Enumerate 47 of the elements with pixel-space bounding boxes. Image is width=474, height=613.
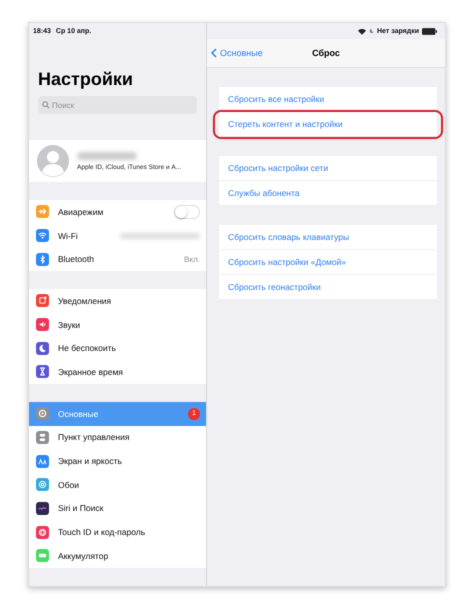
item-label: Уведомления <box>58 296 112 306</box>
item-label: Siri и Поиск <box>58 503 104 514</box>
item-label: Обои <box>58 480 80 490</box>
sidebar-item[interactable]: Аккумулятор <box>29 544 206 568</box>
item-label: Wi-Fi <box>58 230 79 241</box>
sidebar-item[interactable]: Wi-Fi <box>29 224 206 248</box>
sidebar-item[interactable]: Пункт управления <box>29 426 206 450</box>
settings-title: Настройки <box>37 68 134 90</box>
item-label: Экран и яркость <box>58 456 123 466</box>
page-title: Сброс <box>312 48 340 58</box>
reset-option[interactable]: Службы абонента <box>219 181 437 206</box>
sidebar-item[interactable]: Экранное время <box>29 360 206 384</box>
toggle-switch[interactable] <box>174 204 200 219</box>
item-label: Экранное время <box>58 366 124 377</box>
item-label: Аккумулятор <box>58 550 110 561</box>
moon-icon <box>368 28 374 34</box>
item-label: Не беспокоить <box>58 343 117 354</box>
search-field[interactable]: Поиск <box>38 96 197 114</box>
item-label: Основные <box>58 408 100 419</box>
sidebar-item[interactable]: Авиарежим <box>29 200 206 224</box>
item-label: Пункт управления <box>58 432 130 442</box>
avatar-icon <box>37 145 69 177</box>
blurred-name <box>77 152 137 160</box>
item-label: Звуки <box>58 320 82 330</box>
sidebar-item[interactable]: Не беспокоить <box>29 336 206 360</box>
item-value: Вкл. <box>184 254 200 264</box>
reset-option[interactable]: Сбросить словарь клавиатуры <box>219 225 437 250</box>
sidebar-item[interactable]: Обои <box>29 472 206 497</box>
wifi-icon <box>358 28 366 34</box>
sidebar-item[interactable]: Звуки <box>29 312 206 336</box>
sidebar-item[interactable]: Экран и яркость <box>29 449 206 473</box>
reset-option[interactable]: Сбросить настройки сети <box>219 156 437 181</box>
sidebar-item[interactable]: Siri и Поиск <box>29 496 206 520</box>
reset-option[interactable]: Сбросить геонастройки <box>219 275 437 300</box>
item-label: Авиарежим <box>58 206 104 217</box>
item-label: Touch ID и код-пароль <box>58 527 146 538</box>
item-label: Bluetooth <box>58 254 95 264</box>
sidebar-item[interactable]: Уведомления <box>29 289 206 313</box>
reset-option[interactable]: Стереть контент и настройки <box>215 112 441 137</box>
sidebar-item[interactable]: Touch ID и код-пароль <box>29 520 206 544</box>
reset-option[interactable]: Сбросить настройки «Домой» <box>219 250 437 275</box>
sidebar-item[interactable]: Bluetooth Вкл. <box>29 247 206 272</box>
back-button[interactable]: Основные <box>211 48 263 58</box>
reset-option[interactable]: Сбросить все настройки <box>219 87 437 112</box>
chevron-left-icon <box>211 48 217 58</box>
search-icon <box>42 101 50 109</box>
battery-icon <box>422 28 437 34</box>
